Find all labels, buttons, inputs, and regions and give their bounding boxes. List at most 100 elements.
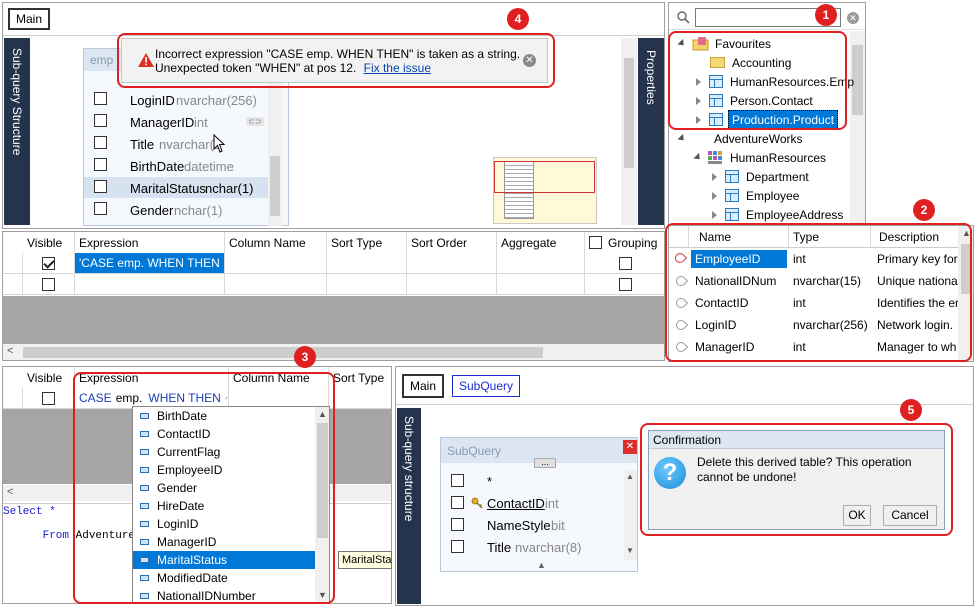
grid1-row1-grouping[interactable] (585, 253, 664, 274)
grid1-row1-sort-type[interactable] (327, 253, 407, 274)
grid1-row2-sort-type[interactable] (327, 274, 407, 295)
scroll-down-icon[interactable]: ▼ (626, 546, 634, 555)
properties-strip[interactable]: Properties (638, 38, 664, 225)
field-checkbox[interactable] (94, 114, 107, 127)
grid1-row2-aggregate[interactable] (497, 274, 585, 295)
grid2-header-sort-type[interactable]: Sort Type (329, 367, 391, 388)
field-row-title[interactable]: Title nvarchar(5 (84, 133, 268, 154)
table-icon (725, 208, 739, 221)
visible-checkbox-checked[interactable] (42, 256, 55, 270)
expand-arrow-icon[interactable] (712, 210, 717, 219)
tree-item-adventureworks[interactable]: AdventureWorks (677, 129, 802, 148)
field-checkbox[interactable] (94, 92, 107, 105)
grid1-row1-expression[interactable]: 'CASE emp. WHEN THEN ... (75, 253, 225, 274)
tree-item-department[interactable]: Department (712, 167, 809, 186)
sub-query-structure-strip-bottom[interactable]: Sub-query structure (397, 408, 421, 604)
designer-scrollbar-thumb[interactable] (624, 58, 634, 168)
clear-search-icon[interactable]: ✕ (847, 12, 859, 24)
grid1-row2-visible[interactable] (23, 274, 75, 295)
tree-scrollbar-v[interactable] (850, 31, 865, 226)
grid2-row1-rowheader[interactable] (3, 388, 23, 409)
annotation-badge-3: 3 (294, 346, 316, 368)
field-row-gender[interactable]: Gender nchar(1) (84, 199, 268, 220)
subquery-collapse-icon[interactable]: ▲ (537, 560, 546, 570)
subquery-object[interactable]: SubQuery ✕ ... * ContactID int NameStyle… (440, 437, 638, 572)
field-checkbox[interactable] (94, 136, 107, 149)
field-checkbox[interactable] (451, 496, 464, 509)
subquery-field-title[interactable]: Title nvarchar(8) (441, 536, 621, 558)
visible-checkbox[interactable] (42, 277, 55, 291)
grid1-header-sort-order[interactable]: Sort Order (407, 232, 497, 253)
field-checkbox[interactable] (451, 518, 464, 531)
scroll-left-icon[interactable]: < (7, 486, 13, 498)
tab-subquery[interactable]: SubQuery (452, 375, 521, 397)
field-name: MaritalStatus (130, 181, 206, 196)
grid1-scrollbar-thumb[interactable] (23, 347, 543, 358)
grid1-row1-rowheader[interactable] (3, 253, 23, 274)
field-row-managerid[interactable]: ManagerID int ⊂⊃ (84, 111, 268, 132)
designer-scrollbar-v[interactable] (621, 38, 637, 225)
grid1-header-grouping-cell[interactable]: Grouping (585, 232, 664, 253)
annotation-box-4 (117, 33, 555, 88)
grid1-row1-column-name[interactable] (225, 253, 327, 274)
expand-arrow-icon[interactable] (677, 133, 687, 144)
grid1-header-expression[interactable]: Expression (75, 232, 225, 253)
sub-query-structure-strip-top[interactable]: Sub-query Structure (4, 38, 30, 225)
tab-main-bottom[interactable]: Main (402, 374, 445, 398)
grouping-checkbox[interactable] (619, 277, 632, 291)
scroll-left-icon[interactable]: < (7, 345, 13, 357)
sql-keyword-from: From (42, 530, 70, 542)
grid1-row1-aggregate[interactable] (497, 253, 585, 274)
field-row-birthdate[interactable]: BirthDate datetime (84, 155, 268, 176)
tree-item-label: Employee (746, 188, 800, 203)
grid1-row2-sort-order[interactable] (407, 274, 497, 295)
grid1-header-visible[interactable]: Visible (23, 232, 75, 253)
grid1-header-grouping: Grouping (608, 235, 658, 250)
field-checkbox[interactable] (94, 158, 107, 171)
grid1-scrollbar-h[interactable]: < (3, 344, 664, 360)
grid2-row1-sort-type[interactable] (329, 388, 391, 409)
table-object-scrollbar[interactable] (268, 71, 282, 226)
tree-item-employeeaddress[interactable]: EmployeeAddress (712, 205, 843, 224)
grid1-row2-rowheader[interactable] (3, 274, 23, 295)
grid1-row2-expression[interactable] (75, 274, 225, 295)
field-type: nvarchar(5 (159, 137, 222, 152)
subquery-ellipsis-button[interactable]: ... (534, 458, 556, 468)
subquery-scrollbar-v[interactable]: ▲ ▼ (624, 470, 637, 560)
field-row-maritalstatus[interactable]: MaritalStatus nchar(1) (84, 177, 268, 198)
grid1-row1-sort-order[interactable] (407, 253, 497, 274)
grid1-header-aggregate[interactable]: Aggregate (497, 232, 585, 253)
subquery-field-contactid[interactable]: ContactID int (441, 492, 621, 514)
grouping-checkbox[interactable] (619, 256, 632, 270)
annotation-badge-5: 5 (900, 399, 922, 421)
grid1-header-column-name[interactable]: Column Name (225, 232, 327, 253)
scroll-up-icon[interactable]: ▲ (626, 472, 634, 481)
subquery-field-namestyle[interactable]: NameStyle bit (441, 514, 621, 536)
expand-arrow-icon[interactable] (712, 191, 717, 200)
grid2-row1-visible[interactable] (23, 388, 75, 409)
grid1-row2-column-name[interactable] (225, 274, 327, 295)
subquery-close-icon[interactable]: ✕ (623, 440, 637, 454)
visible-checkbox[interactable] (42, 391, 55, 405)
field-checkbox[interactable] (451, 540, 464, 553)
grid1-row2-grouping[interactable] (585, 274, 664, 295)
subquery-title: SubQuery (447, 444, 502, 458)
grid1-header-sort-type[interactable]: Sort Type (327, 232, 407, 253)
minimap-viewport[interactable] (494, 161, 595, 193)
field-row-loginid[interactable]: LoginID nvarchar(256) (84, 89, 268, 110)
tab-main-top[interactable]: Main (8, 8, 51, 30)
tree-item-employee[interactable]: Employee (712, 186, 799, 205)
subquery-field-star[interactable]: * (441, 470, 621, 492)
designer-minimap[interactable] (493, 157, 597, 224)
field-checkbox[interactable] (451, 474, 464, 487)
tree-item-humanresources[interactable]: HumanResources (693, 148, 826, 167)
table-object-scrollbar-thumb[interactable] (270, 156, 280, 216)
field-checkbox[interactable] (94, 202, 107, 215)
expand-arrow-icon[interactable] (712, 172, 717, 181)
grid1-row1-visible[interactable] (23, 253, 75, 274)
grid2-header-visible[interactable]: Visible (23, 367, 75, 388)
field-checkbox[interactable] (94, 180, 107, 193)
expand-arrow-icon[interactable] (693, 152, 703, 163)
field-type: nchar(1) (205, 181, 254, 196)
grouping-header-checkbox[interactable] (589, 236, 602, 249)
